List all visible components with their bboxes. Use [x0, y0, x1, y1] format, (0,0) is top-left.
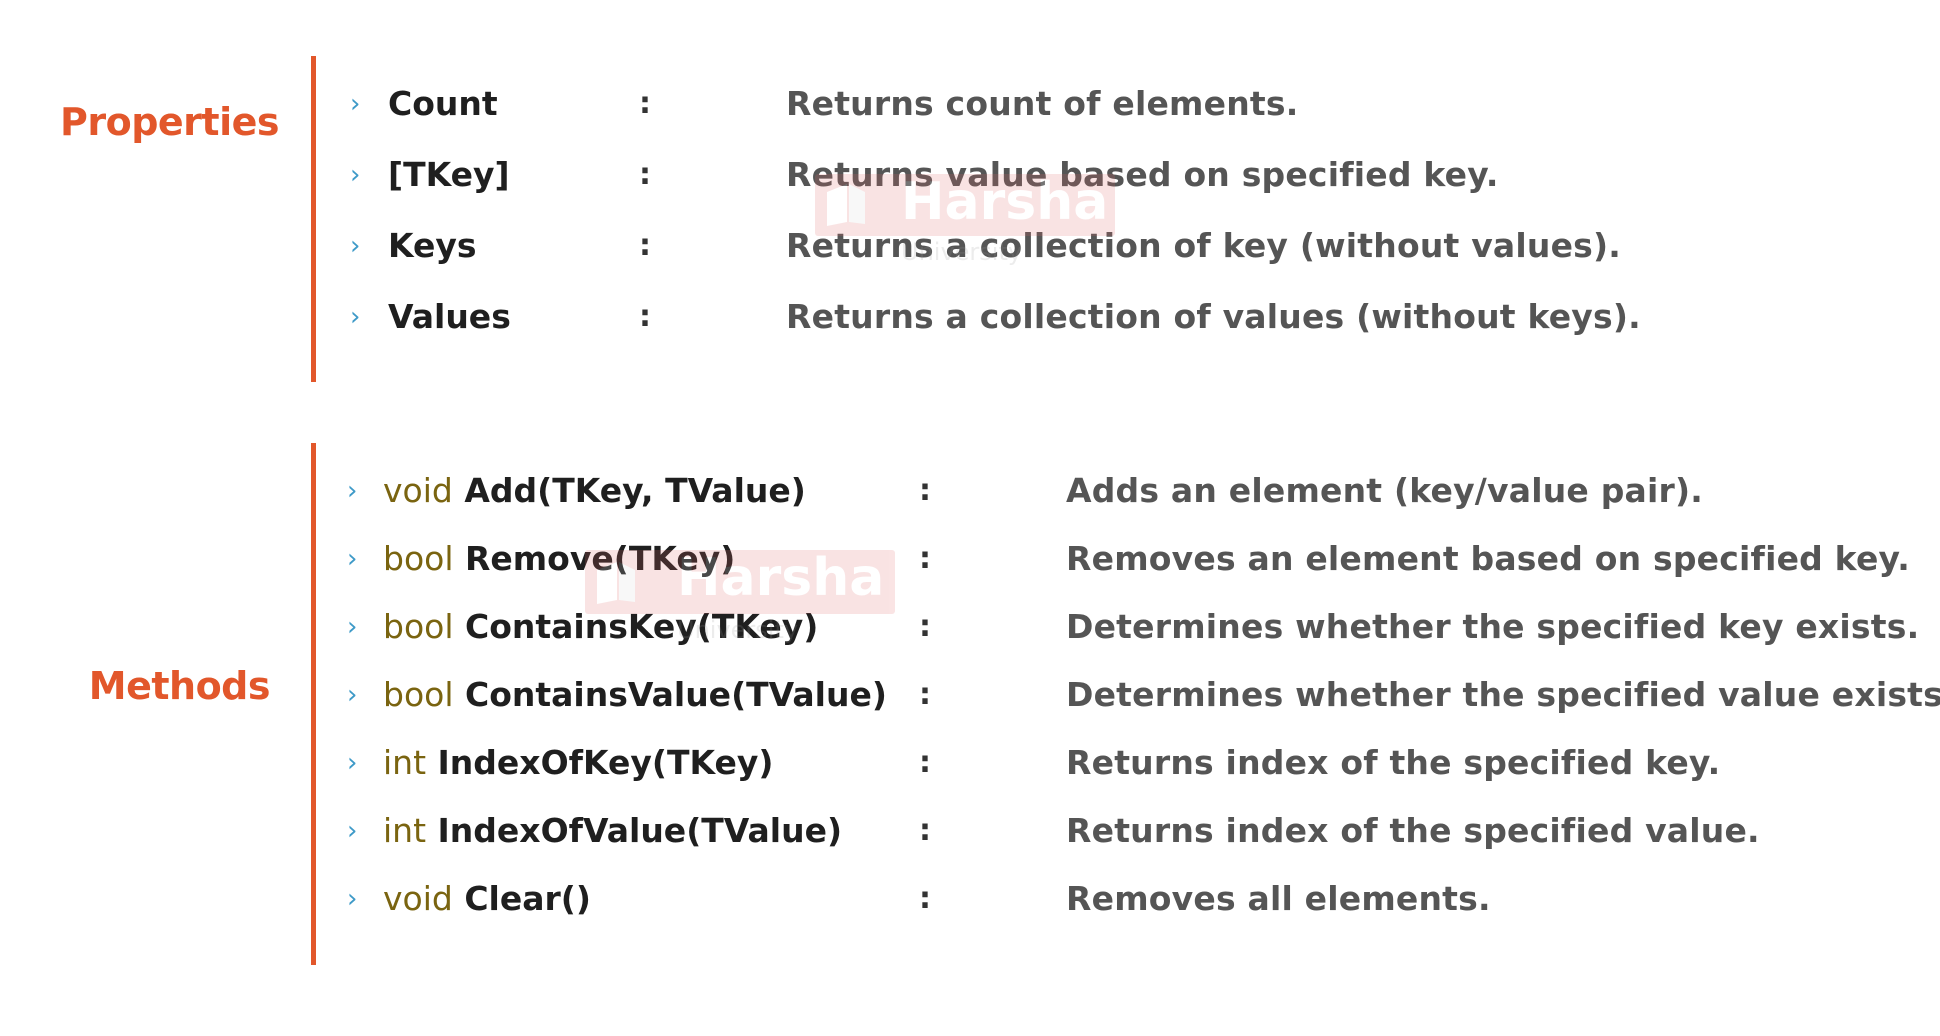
separator-colon: :	[639, 228, 651, 263]
properties-heading: Properties	[60, 100, 280, 144]
method-name: ContainsValue(TValue)	[465, 675, 887, 714]
method-signature: void Clear()	[383, 874, 591, 924]
method-name: ContainsKey(TKey)	[465, 607, 819, 646]
chevron-right-icon: ›	[347, 816, 358, 846]
method-return-type: int	[383, 811, 427, 850]
chevron-right-icon: ›	[347, 476, 358, 506]
property-name: [TKey]	[388, 155, 510, 194]
method-description: Determines whether the specified key exi…	[1066, 607, 1920, 646]
chevron-right-icon: ›	[347, 884, 358, 914]
chevron-right-icon: ›	[350, 231, 361, 261]
method-signature: bool ContainsValue(TValue)	[383, 670, 887, 720]
method-signature: bool Remove(TKey)	[383, 534, 735, 584]
methods-heading: Methods	[88, 664, 271, 708]
separator-colon: :	[919, 881, 931, 916]
separator-colon: :	[919, 813, 931, 848]
method-description: Removes all elements.	[1066, 879, 1491, 918]
method-description: Returns index of the specified key.	[1066, 743, 1721, 782]
separator-colon: :	[919, 609, 931, 644]
property-name: Values	[388, 297, 511, 336]
method-signature: int IndexOfValue(TValue)	[383, 806, 842, 856]
method-return-type: void	[383, 879, 453, 918]
method-name: IndexOfValue(TValue)	[437, 811, 843, 850]
method-name: Add(TKey, TValue)	[464, 471, 806, 510]
property-name: Count	[388, 84, 498, 123]
property-description: Returns a collection of values (without …	[786, 297, 1641, 336]
method-return-type: void	[383, 471, 453, 510]
property-description: Returns value based on specified key.	[786, 155, 1499, 194]
separator-colon: :	[639, 86, 651, 121]
property-description: Returns count of elements.	[786, 84, 1299, 123]
separator-colon: :	[639, 157, 651, 192]
method-name: Clear()	[464, 879, 591, 918]
method-return-type: bool	[383, 607, 454, 646]
separator-colon: :	[919, 745, 931, 780]
method-description: Adds an element (key/value pair).	[1066, 471, 1703, 510]
chevron-right-icon: ›	[347, 748, 358, 778]
chevron-right-icon: ›	[350, 160, 361, 190]
method-description: Returns index of the specified value.	[1066, 811, 1760, 850]
method-name: Remove(TKey)	[465, 539, 736, 578]
separator-colon: :	[919, 541, 931, 576]
chevron-right-icon: ›	[347, 544, 358, 574]
method-description: Removes an element based on specified ke…	[1066, 539, 1910, 578]
chevron-right-icon: ›	[347, 612, 358, 642]
method-description: Determines whether the specified value e…	[1066, 675, 1940, 714]
separator-colon: :	[919, 473, 931, 508]
property-name: Keys	[388, 226, 477, 265]
property-description: Returns a collection of key (without val…	[786, 226, 1622, 265]
chevron-right-icon: ›	[347, 680, 358, 710]
method-signature: int IndexOfKey(TKey)	[383, 738, 773, 788]
method-return-type: bool	[383, 539, 454, 578]
separator-colon: :	[639, 299, 651, 334]
method-return-type: bool	[383, 675, 454, 714]
method-signature: void Add(TKey, TValue)	[383, 466, 806, 516]
method-name: IndexOfKey(TKey)	[437, 743, 774, 782]
chevron-right-icon: ›	[350, 89, 361, 119]
method-signature: bool ContainsKey(TKey)	[383, 602, 818, 652]
separator-colon: :	[919, 677, 931, 712]
chevron-right-icon: ›	[350, 302, 361, 332]
method-return-type: int	[383, 743, 427, 782]
properties-divider	[311, 56, 316, 382]
methods-divider	[311, 443, 316, 965]
